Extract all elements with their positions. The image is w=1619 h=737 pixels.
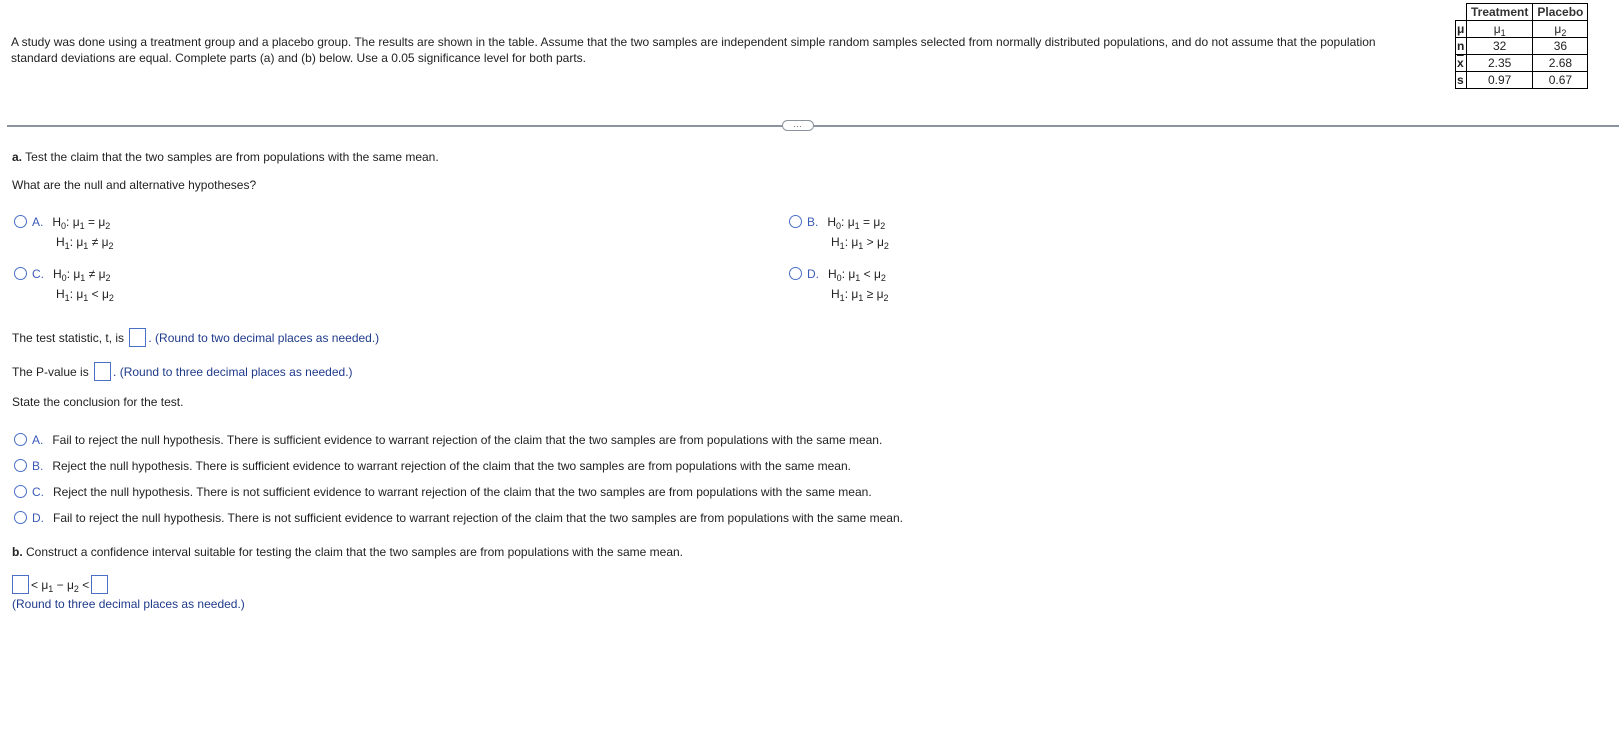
table-corner [1455,3,1467,21]
h1-relation: ≠ [91,235,99,249]
conclusion-option-a[interactable]: A. Fail to reject the null hypothesis. Th… [14,432,882,448]
part-a-label: a. [12,150,23,164]
ci-lower-input[interactable] [12,575,29,594]
ci-hint: (Round to three decimal places as needed… [12,597,245,611]
conclusion-prompt: State the conclusion for the test. [12,395,184,409]
option-letter: B. [807,215,819,229]
option-text: Fail to reject the null hypothesis. Ther… [53,511,903,525]
cell-placebo-mu: μ2 [1532,20,1589,38]
radio-button[interactable] [14,433,27,446]
part-b-text: Construct a confidence interval suitable… [26,545,684,559]
conclusion-option-d[interactable]: D. Fail to reject the null hypothesis. Th… [14,510,903,526]
option-text: Reject the null hypothesis. There is suf… [52,459,851,473]
radio-button[interactable] [14,511,27,524]
option-letter: C. [32,485,44,499]
table-row: μ μ1 μ2 [1455,20,1589,38]
row-label: μ [1455,20,1467,38]
option-text: Reject the null hypothesis. There is not… [53,485,872,499]
pvalue-input[interactable] [94,362,112,381]
radio-button[interactable] [14,459,27,472]
radio-button[interactable] [789,267,802,280]
part-a-instruction: a. Test the claim that the two samples a… [12,150,439,164]
confidence-interval-row: < μ1 − μ2 < [12,575,110,594]
test-statistic-label: The test statistic, t, is [12,331,125,345]
hypothesis-option-a[interactable]: A. H0: μ1 = μ2 H1: μ1 ≠ μ2 [14,212,114,252]
h0-relation: ≠ [88,267,96,281]
header-placebo: Placebo [1532,3,1589,21]
cell-treatment-n: 32 [1465,37,1534,55]
part-a-text: Test the claim that the two samples are … [25,150,439,164]
option-letter: A. [32,215,44,229]
test-statistic-input[interactable] [129,328,147,347]
option-letter: C. [32,267,44,281]
table-row: x 2.35 2.68 [1455,54,1589,72]
table-row: s 0.97 0.67 [1455,71,1589,89]
problem-statement: A study was done using a treatment group… [11,35,1376,65]
h0-relation: = [862,215,870,229]
row-label: s [1455,71,1467,89]
h1-relation: ≥ [866,287,874,301]
h1-relation: > [866,235,874,249]
h1-relation: < [91,287,99,301]
pvalue-label: The P-value is [12,365,89,379]
cell-treatment-xbar: 2.35 [1465,54,1534,72]
hypothesis-option-d[interactable]: D. H0: μ1 < μ2 H1: μ1 ≥ μ2 [789,264,889,304]
option-letter: D. [807,267,819,281]
cell-placebo-n: 36 [1532,37,1589,55]
row-label: n [1455,37,1467,55]
radio-button[interactable] [14,267,27,280]
table-row: n 32 36 [1455,37,1589,55]
h0-relation: = [87,215,95,229]
radio-button[interactable] [14,485,27,498]
option-letter: D. [32,511,44,525]
cell-placebo-s: 0.67 [1532,71,1589,89]
hypothesis-option-c[interactable]: C. H0: μ1 ≠ μ2 H1: μ1 < μ2 [14,264,114,304]
more-button[interactable]: … [782,120,814,131]
conclusion-option-c[interactable]: C. Reject the null hypothesis. There is n… [14,484,872,500]
option-letter: B. [32,459,44,473]
cell-treatment-mu: μ1 [1465,20,1534,38]
hypothesis-option-b[interactable]: B. H0: μ1 = μ2 H1: μ1 > μ2 [789,212,889,252]
ci-upper-input[interactable] [91,575,109,594]
pvalue-hint: . (Round to three decimal places as need… [113,365,353,379]
part-b-instruction: b. Construct a confidence interval suita… [12,545,683,559]
test-statistic-row: The test statistic, t, is . (Round to tw… [12,328,379,347]
part-b-label: b. [12,545,23,559]
conclusion-option-b[interactable]: B. Reject the null hypothesis. There is s… [14,458,851,474]
radio-button[interactable] [14,215,27,228]
data-table: Treatment Placebo μ μ1 μ2 n 32 36 x 2.35… [1455,3,1589,89]
pvalue-row: The P-value is . (Round to three decimal… [12,362,353,381]
cell-treatment-s: 0.97 [1465,71,1534,89]
radio-button[interactable] [789,215,802,228]
option-text: Fail to reject the null hypothesis. Ther… [52,433,883,447]
h0-relation: < [863,267,871,281]
cell-placebo-xbar: 2.68 [1532,54,1589,72]
row-label: x [1455,54,1467,72]
option-letter: A. [32,433,44,447]
test-statistic-hint: . (Round to two decimal places as needed… [148,331,380,345]
ci-expression: < μ1 − μ2 < [31,578,90,594]
header-treatment: Treatment [1465,3,1534,21]
hypotheses-question: What are the null and alternative hypoth… [12,178,257,192]
